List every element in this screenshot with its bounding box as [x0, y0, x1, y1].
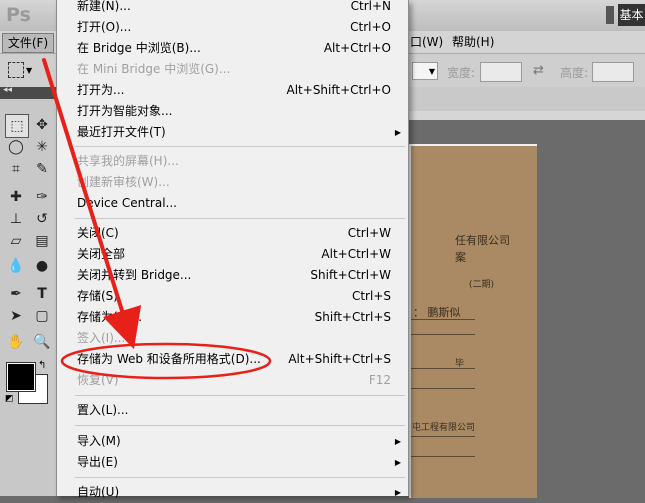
shape-tool-icon[interactable]: ▢: [31, 305, 53, 327]
menu-item-recent-files[interactable]: 最近打开文件(T) ▶: [57, 122, 408, 143]
marquee-preset-icon[interactable]: [8, 62, 24, 78]
healing-brush-icon[interactable]: ✚: [5, 186, 27, 208]
menu-item-export[interactable]: 导出(E) ▶: [57, 452, 408, 473]
gradient-tool-icon[interactable]: ▤: [31, 230, 53, 252]
tools-panel-header: ◂◂: [0, 85, 56, 99]
menu-item-open-as[interactable]: 打开为... Alt+Shift+Ctrl+O: [57, 80, 408, 101]
doc-underline: [411, 319, 475, 320]
photoshop-logo: Ps: [6, 4, 31, 26]
move-tool-icon[interactable]: ✥: [31, 114, 53, 136]
menu-item-place[interactable]: 置入(L)...: [57, 400, 408, 421]
menu-item-check-in: 签入(I)...: [77, 331, 126, 345]
dodge-tool-icon[interactable]: ●: [31, 255, 53, 277]
rect-marquee-tool-icon[interactable]: ⬚: [5, 114, 29, 138]
document-tab-bar: [407, 87, 645, 111]
doc-text-line: (二期): [469, 280, 495, 290]
collapse-icon[interactable]: ◂◂: [3, 85, 12, 95]
workspace-button[interactable]: 基本: [618, 4, 645, 26]
doc-underline: [411, 368, 475, 369]
menu-help[interactable]: 帮助(H): [452, 33, 494, 51]
menu-item-open-smart-object[interactable]: 打开为智能对象...: [57, 101, 408, 122]
file-menu-dropdown: 新建(N)... Ctrl+N 打开(O)... Ctrl+O 在 Bridge 中…: [56, 0, 409, 499]
doc-underline: [411, 388, 475, 389]
hand-tool-icon[interactable]: ✋: [5, 331, 27, 353]
menu-item-open[interactable]: 打开(O)... Ctrl+O: [57, 17, 408, 38]
width-label: 宽度:: [447, 66, 476, 80]
stamp-tool-icon[interactable]: ⊥: [5, 208, 27, 230]
menu-item-save-for-web[interactable]: 存储为 Web 和设备所用格式(D)... Alt+Shift+Ctrl+S: [57, 349, 408, 370]
ruler: [407, 111, 645, 120]
menu-item-save-as[interactable]: 存储为(A)... Shift+Ctrl+S: [57, 307, 408, 328]
doc-text-line: 案: [455, 251, 466, 264]
submenu-arrow-icon: ▶: [394, 128, 401, 137]
menu-separator: [75, 477, 405, 478]
crop-tool-icon[interactable]: ⌗: [5, 158, 27, 180]
type-tool-icon[interactable]: T: [31, 283, 53, 305]
menu-item-new[interactable]: 新建(N)... Ctrl+N: [57, 0, 408, 17]
menu-item-browse-mini-bridge: 在 Mini Bridge 中浏览(G)...: [77, 62, 231, 76]
submenu-arrow-icon: ▶: [394, 437, 401, 446]
document-canvas[interactable]: 任有限公司 案 (二期) ： 鹏斯似 毕 屯工程有限公司: [409, 144, 537, 498]
doc-underline: [411, 334, 475, 335]
lasso-tool-icon[interactable]: ◯: [5, 136, 27, 158]
menu-window[interactable]: 口(W): [410, 33, 443, 51]
submenu-arrow-icon: ▶: [394, 488, 401, 497]
height-label: 高度:: [560, 66, 589, 80]
menu-separator: [75, 425, 405, 426]
zoom-tool-icon[interactable]: 🔍: [31, 331, 53, 353]
default-colors-icon[interactable]: ◩: [5, 394, 14, 404]
menu-item-create-review: 创建新审核(W)...: [77, 175, 170, 189]
blur-tool-icon[interactable]: 💧: [5, 255, 27, 277]
menu-item-close-all[interactable]: 关闭全部 Alt+Ctrl+W: [57, 244, 408, 265]
doc-underline: [411, 436, 475, 437]
chevron-down-icon[interactable]: ▼: [26, 66, 32, 75]
menu-item-browse-bridge[interactable]: 在 Bridge 中浏览(B)... Alt+Ctrl+O: [57, 38, 408, 59]
separator: [606, 6, 614, 24]
submenu-arrow-icon: ▶: [394, 458, 401, 467]
foreground-color-swatch[interactable]: [6, 362, 36, 392]
swap-icon[interactable]: ⇄: [533, 63, 544, 78]
eyedropper-icon[interactable]: ✎: [31, 158, 53, 180]
menu-item-import[interactable]: 导入(M) ▶: [57, 431, 408, 452]
menu-file[interactable]: 文件(F): [2, 33, 54, 53]
brush-tool-icon[interactable]: ✑: [31, 186, 53, 208]
width-input[interactable]: [480, 62, 522, 82]
menu-item-revert: 恢复(V) F12: [77, 373, 391, 387]
menu-item-close-goto-bridge[interactable]: 关闭并转到 Bridge... Shift+Ctrl+W: [57, 265, 408, 286]
doc-text-line: 屯工程有限公司: [412, 423, 476, 433]
style-dropdown[interactable]: ▼: [412, 62, 438, 80]
menu-separator: [75, 218, 405, 219]
path-select-icon[interactable]: ➤: [5, 305, 27, 327]
eraser-tool-icon[interactable]: ▱: [5, 230, 27, 252]
doc-underline: [411, 456, 475, 457]
menu-item-save[interactable]: 存储(S) Ctrl+S: [57, 286, 408, 307]
menu-item-share-screen: 共享我的屏幕(H)...: [77, 154, 179, 168]
pen-tool-icon[interactable]: ✒: [5, 283, 27, 305]
menu-separator: [75, 395, 405, 396]
menu-item-close[interactable]: 关闭(C) Ctrl+W: [57, 223, 408, 244]
menu-separator: [75, 146, 405, 147]
history-brush-icon[interactable]: ↺: [31, 208, 53, 230]
doc-text-line: 任有限公司: [455, 234, 510, 247]
doc-text-line: ： 鹏斯似: [413, 306, 461, 319]
menu-item-device-central[interactable]: Device Central...: [57, 193, 408, 214]
swap-colors-icon[interactable]: ↰: [38, 360, 46, 371]
magic-wand-icon[interactable]: ✳: [31, 136, 53, 158]
height-input[interactable]: [592, 62, 634, 82]
menu-item-automate[interactable]: 自动(U) ▶: [57, 482, 408, 503]
